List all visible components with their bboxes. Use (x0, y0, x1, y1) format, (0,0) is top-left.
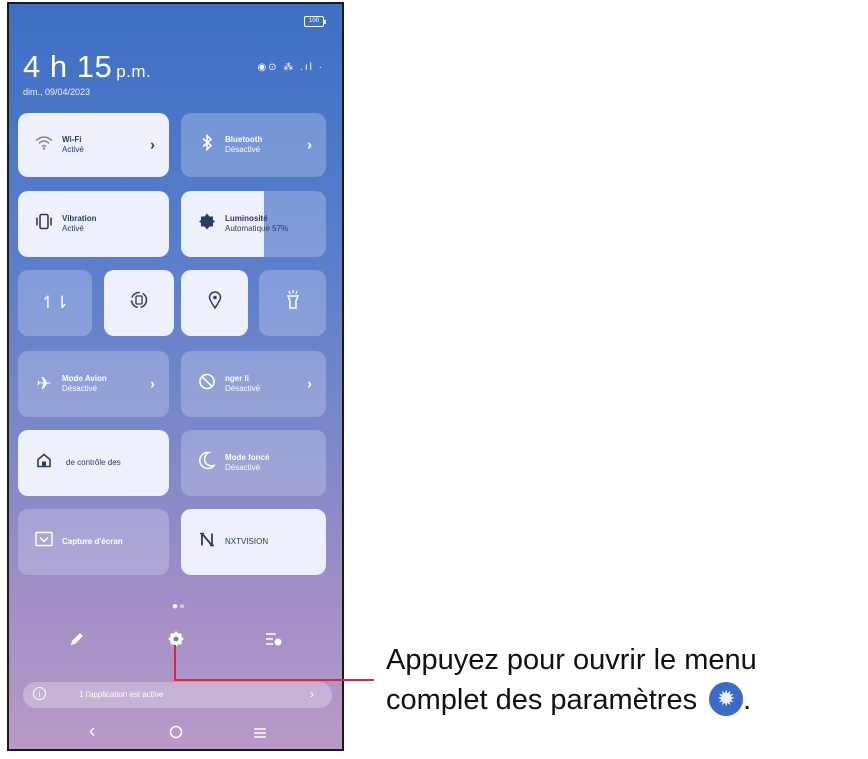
bluetooth-label: Bluetooth Désactivé (225, 135, 263, 154)
battery-icon: 100 (304, 16, 326, 27)
chevron-right-icon[interactable]: › (150, 376, 155, 393)
home-control-label: de contrôle des (66, 458, 121, 467)
location-icon (181, 291, 248, 315)
screenshot-tile[interactable]: Capture d'écran (18, 509, 169, 575)
screenshot-icon (34, 531, 54, 554)
airplane-icon: ✈ (36, 373, 52, 394)
callout-line-1: Appuyez pour ouvrir le menu (386, 644, 757, 676)
recents-icon[interactable] (253, 723, 267, 745)
bluetooth-icon (197, 133, 217, 157)
callout-text: Appuyez pour ouvrir le menu complet des … (386, 640, 757, 720)
active-apps-text: 1 l'application est active (79, 690, 164, 699)
clock-time: 4 h 15 (23, 49, 113, 84)
chevron-right-icon[interactable]: › (150, 137, 155, 154)
status-icons: ◉⊙ ⁂ .ıl · (257, 62, 324, 73)
info-icon: i (33, 687, 46, 700)
home-circle-icon[interactable] (169, 723, 183, 745)
phone-screen: 100 4 h 15 p.m. dim., 09/04/2023 ◉⊙ ⁂ .ıl… (7, 2, 344, 751)
nxtvision-icon (197, 531, 217, 554)
callout-pointer-vertical (174, 645, 176, 681)
home-control-tile[interactable]: de contrôle des (18, 430, 169, 496)
airplane-label: Mode Avion Désactivé (62, 374, 107, 393)
edit-list-icon[interactable] (265, 631, 283, 653)
vibration-tile[interactable]: Vibration Activé (18, 191, 169, 257)
home-icon (34, 453, 54, 474)
brightness-label: Luminosité Automatique 57% (225, 214, 289, 233)
settings-gear-icon: ✹ (709, 682, 744, 717)
callout-line-2: complet des paramètres ✹. (386, 682, 752, 717)
wifi-icon (34, 135, 54, 156)
brightness-tile[interactable]: Luminosité Automatique 57% (181, 191, 326, 257)
bluetooth-tile[interactable]: Bluetooth Désactivé › (181, 113, 326, 177)
mobile-data-icon: ↿⇂ (40, 293, 70, 312)
auto-rotate-icon (104, 290, 174, 316)
vibration-label: Vibration Activé (62, 214, 97, 233)
back-icon[interactable]: ‹ (89, 721, 95, 743)
do-not-disturb-tile[interactable]: nger li Désactivé › (181, 351, 326, 417)
active-apps-banner[interactable]: i 1 l'application est active › (23, 682, 332, 708)
chevron-right-icon[interactable]: › (307, 376, 312, 393)
dark-mode-label: Mode foncé Désactivé (225, 453, 270, 472)
chevron-right-icon[interactable]: › (310, 687, 314, 701)
do-not-disturb-label: nger li Désactivé (225, 374, 261, 393)
page-indicator: ●● (172, 601, 187, 612)
date[interactable]: dim., 09/04/2023 (23, 87, 90, 97)
location-tile[interactable] (181, 270, 248, 336)
gear-icon[interactable] (168, 631, 184, 653)
airplane-mode-tile[interactable]: ✈ Mode Avion Désactivé › (18, 351, 169, 417)
vibration-icon (34, 213, 54, 236)
chevron-right-icon[interactable]: › (307, 137, 312, 154)
clock-suffix: p.m. (116, 62, 152, 81)
nxtvision-label: NXTVISION (225, 537, 269, 546)
mobile-data-tile[interactable]: ↿⇂ (18, 270, 92, 336)
auto-rotate-tile[interactable] (104, 270, 174, 336)
wifi-label: Wi-Fi Activé (62, 135, 84, 154)
flashlight-tile[interactable] (259, 270, 326, 336)
clock[interactable]: 4 h 15 p.m. (23, 49, 151, 85)
screenshot-label: Capture d'écran (62, 537, 123, 546)
do-not-disturb-icon (197, 373, 217, 396)
wifi-tile[interactable]: Wi-Fi Activé › (18, 113, 169, 177)
flashlight-icon (259, 290, 326, 316)
callout-pointer-horizontal (174, 679, 374, 681)
pencil-icon[interactable] (69, 631, 85, 653)
moon-icon (197, 451, 217, 475)
nxtvision-tile[interactable]: NXTVISION (181, 509, 326, 575)
brightness-icon (197, 213, 217, 236)
dark-mode-tile[interactable]: Mode foncé Désactivé (181, 430, 326, 496)
